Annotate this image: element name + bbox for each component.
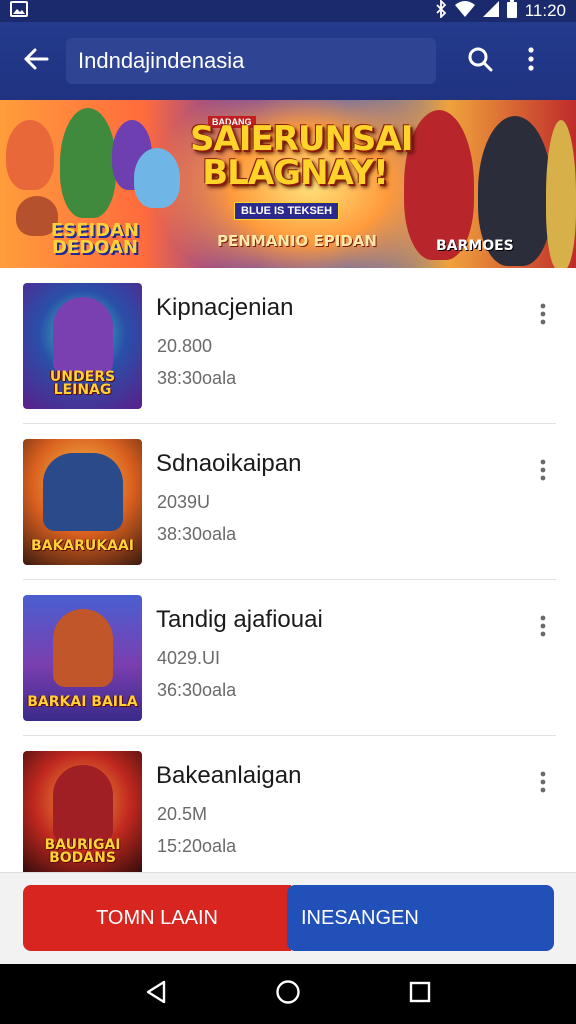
back-button[interactable] bbox=[14, 39, 58, 83]
app-screen: 11:20 Indndajindenasia BADANG SAIERUNSAI… bbox=[0, 0, 576, 1024]
nav-home-button[interactable] bbox=[264, 970, 312, 1018]
item-meta-time: 15:20oala bbox=[157, 836, 237, 856]
more-vert-icon bbox=[528, 46, 534, 76]
banner-headline: SAIERUNSAI BLAGNAY! bbox=[190, 119, 413, 193]
item-meta-time: 38:30oala bbox=[157, 524, 237, 544]
search-input[interactable] bbox=[78, 48, 424, 74]
image-icon bbox=[10, 1, 28, 21]
list-item[interactable]: BAKARUKAAI Sdnaoikaipan 2039U 38:30oala bbox=[0, 424, 576, 580]
more-vert-icon bbox=[540, 771, 546, 798]
nav-recents-button[interactable] bbox=[396, 970, 444, 1018]
banner-tag-small: BLUE IS TEKSEH bbox=[234, 202, 340, 220]
list-item[interactable]: BAURIGAI BODANS Bakeanlaigan 20.5M 15:20… bbox=[0, 736, 576, 872]
item-title: Sdnaoikaipan bbox=[156, 450, 302, 477]
item-more-button[interactable] bbox=[530, 766, 556, 802]
thumb-figure bbox=[43, 453, 123, 531]
thumb-caption: BAKARUKAAI bbox=[30, 538, 135, 554]
app-bar bbox=[0, 22, 576, 100]
battery-icon bbox=[506, 0, 517, 22]
bluetooth-icon bbox=[435, 0, 447, 22]
list-item[interactable]: BARKAI BAILA Tandig ajafiouai 4029.UI 36… bbox=[0, 580, 576, 736]
primary-action-button[interactable]: TOMN LAAIN bbox=[23, 885, 291, 951]
more-vert-icon bbox=[540, 459, 546, 486]
game-thumbnail: UNDERS LEINAG bbox=[23, 283, 142, 409]
system-nav-bar bbox=[0, 964, 576, 1024]
item-more-button[interactable] bbox=[530, 298, 556, 334]
item-meta-count: 20.800 bbox=[157, 336, 213, 356]
list-item[interactable]: UNDERS LEINAG Kipnacjenian 20.800 38:30o… bbox=[0, 268, 576, 424]
thumb-caption: BAURIGAI BODANS bbox=[44, 837, 121, 866]
banner-logo-left: ESEIDAN DEDOAN bbox=[50, 220, 140, 258]
overflow-menu-button[interactable] bbox=[516, 39, 546, 83]
thumb-caption: UNDERS LEINAG bbox=[49, 369, 116, 398]
thumb-figure bbox=[53, 297, 113, 375]
item-title: Kipnacjenian bbox=[156, 294, 294, 321]
item-meta-time: 38:30oala bbox=[157, 368, 237, 388]
item-more-button[interactable] bbox=[530, 454, 556, 490]
search-button[interactable] bbox=[458, 39, 502, 83]
back-arrow-icon bbox=[23, 48, 49, 75]
signal-icon bbox=[482, 1, 499, 21]
thumb-figure bbox=[53, 609, 113, 687]
search-icon bbox=[467, 46, 493, 77]
banner-right-label: BARMOES bbox=[436, 238, 514, 254]
item-title: Tandig ajafiouai bbox=[156, 606, 323, 633]
action-bar: TOMN LAAIN INESANGEN bbox=[0, 872, 576, 964]
banner-hero-8 bbox=[546, 120, 576, 268]
game-thumbnail: BARKAI BAILA bbox=[23, 595, 142, 721]
item-meta-count: 20.5M bbox=[157, 804, 208, 824]
search-field[interactable] bbox=[66, 38, 436, 84]
item-title: Bakeanlaigan bbox=[156, 762, 302, 789]
square-recents-icon bbox=[409, 981, 431, 1008]
game-thumbnail: BAKARUKAAI bbox=[23, 439, 142, 565]
banner-hero-2 bbox=[60, 108, 116, 218]
more-vert-icon bbox=[540, 615, 546, 642]
item-more-button[interactable] bbox=[530, 610, 556, 646]
more-vert-icon bbox=[540, 303, 546, 330]
banner-subline: PENMANIO EPIDAN bbox=[217, 232, 377, 250]
circle-home-icon bbox=[275, 979, 301, 1010]
status-time: 11:20 bbox=[524, 1, 566, 20]
banner-hero-1 bbox=[6, 120, 54, 190]
status-bar: 11:20 bbox=[0, 0, 576, 22]
wifi-icon bbox=[454, 1, 475, 21]
triangle-back-icon bbox=[145, 980, 167, 1009]
item-meta-time: 36:30oala bbox=[157, 680, 237, 700]
secondary-action-button[interactable]: INESANGEN bbox=[287, 885, 554, 951]
item-meta-count: 4029.UI bbox=[157, 648, 221, 668]
item-meta-count: 2039U bbox=[157, 492, 211, 512]
game-list: UNDERS LEINAG Kipnacjenian 20.800 38:30o… bbox=[0, 268, 576, 872]
game-thumbnail: BAURIGAI BODANS bbox=[23, 751, 142, 872]
nav-back-button[interactable] bbox=[132, 970, 180, 1018]
promo-banner[interactable]: BADANG SAIERUNSAI BLAGNAY! BLUE IS TEKSE… bbox=[0, 100, 576, 268]
banner-hero-4 bbox=[134, 148, 180, 208]
thumb-figure bbox=[53, 765, 113, 843]
thumb-caption: BARKAI BAILA bbox=[27, 694, 138, 710]
